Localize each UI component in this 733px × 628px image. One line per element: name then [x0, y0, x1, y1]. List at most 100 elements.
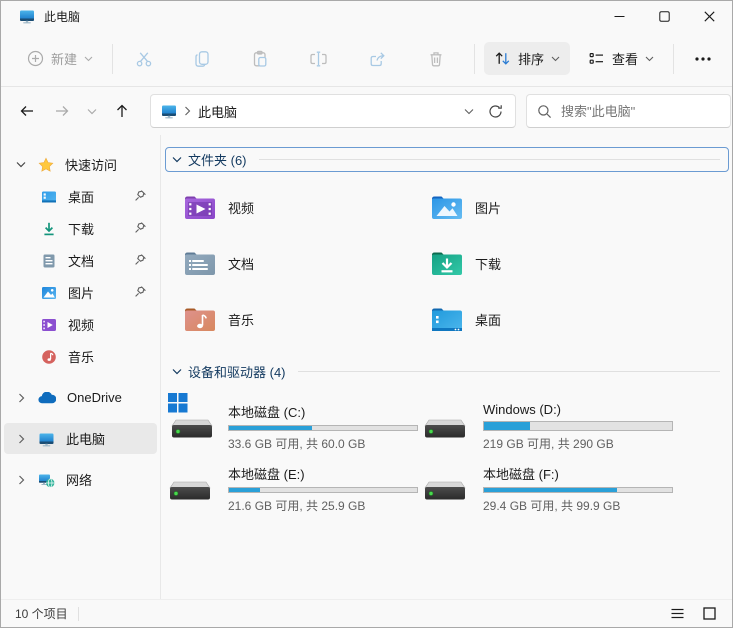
new-button[interactable]: 新建 [17, 42, 103, 75]
sidebar-item-videos[interactable]: 视频 [4, 309, 157, 340]
hard-drive-icon [423, 414, 467, 440]
download-icon [41, 221, 57, 237]
sidebar-item-this-pc[interactable]: 此电脑 [4, 423, 157, 454]
drive-item-c[interactable]: 本地磁盘 (C:) 33.6 GB 可用, 共 60.0 GB [168, 390, 423, 452]
copy-button[interactable] [180, 42, 224, 76]
chevron-down-icon [645, 56, 654, 61]
minimize-button[interactable] [597, 1, 642, 31]
sidebar-item-music[interactable]: 音乐 [4, 341, 157, 372]
this-pc-icon [161, 103, 177, 119]
details-view-button[interactable] [664, 603, 690, 625]
hard-drive-icon [168, 476, 212, 502]
folder-item-desktop[interactable]: 桌面 [428, 299, 675, 339]
pin-icon [134, 189, 147, 202]
chevron-right-icon[interactable] [14, 434, 28, 444]
refresh-button[interactable] [482, 104, 509, 119]
sidebar-item-onedrive[interactable]: OneDrive [4, 382, 157, 413]
address-bar[interactable]: 此电脑 [150, 94, 516, 128]
cut-button[interactable] [122, 42, 166, 76]
breadcrumb-chevron-icon [184, 106, 191, 116]
breadcrumb-location[interactable]: 此电脑 [198, 102, 237, 121]
capacity-bar-fill [484, 488, 617, 492]
view-button[interactable]: 查看 [578, 42, 664, 75]
hard-drive-icon [423, 476, 467, 502]
capacity-bar-fill [484, 422, 531, 430]
chevron-down-icon[interactable] [172, 156, 182, 163]
network-icon [38, 472, 55, 488]
large-icons-view-button[interactable] [696, 603, 722, 625]
sidebar-item-downloads[interactable]: 下载 [4, 213, 157, 244]
sidebar-item-label: 文档 [68, 254, 95, 269]
chevron-right-icon[interactable] [14, 393, 28, 403]
search-input[interactable] [561, 103, 720, 119]
documents-folder-icon [185, 252, 215, 275]
pictures-icon [41, 286, 57, 300]
pin-icon [134, 285, 147, 298]
this-pc-icon [19, 8, 35, 24]
toolbar-divider [474, 43, 476, 74]
back-button[interactable] [11, 95, 43, 127]
downloads-folder-icon [432, 252, 462, 275]
drive-item-f[interactable]: 本地磁盘 (F:) 29.4 GB 可用, 共 99.9 GB [423, 452, 678, 514]
windows-logo-icon [168, 393, 188, 413]
folder-item-documents[interactable]: 文档 [181, 243, 428, 283]
sidebar-item-quick-access[interactable]: 快速访问 [4, 149, 157, 180]
drive-capacity-text: 29.4 GB 可用, 共 99.9 GB [483, 499, 621, 513]
drive-item-d[interactable]: Windows (D:) 219 GB 可用, 共 290 GB [423, 390, 678, 452]
up-button[interactable] [106, 95, 138, 127]
close-button[interactable] [687, 1, 732, 31]
sidebar-item-label: 视频 [68, 318, 95, 333]
pin-icon [134, 253, 147, 266]
capacity-bar [228, 425, 418, 431]
share-button[interactable] [355, 42, 400, 76]
onedrive-icon [38, 391, 56, 404]
rename-button[interactable] [296, 42, 341, 76]
item-count: 10 个项目 [15, 607, 68, 621]
folder-label: 下载 [475, 256, 502, 272]
hard-drive-icon [170, 414, 214, 440]
capacity-bar-fill [229, 488, 261, 492]
folder-label: 视频 [228, 200, 255, 216]
folder-item-pictures[interactable]: 图片 [428, 187, 675, 227]
delete-button[interactable] [414, 42, 458, 76]
sidebar-item-documents[interactable]: 文档 [4, 245, 157, 276]
sidebar-item-network[interactable]: 网络 [4, 464, 157, 495]
capacity-bar-fill [229, 426, 312, 430]
section-title: 文件夹 (6) [188, 153, 247, 168]
chevron-right-icon[interactable] [14, 475, 28, 485]
chevron-down-icon[interactable] [172, 368, 182, 375]
sidebar-item-label: 网络 [66, 473, 93, 488]
forward-button[interactable] [46, 95, 78, 127]
navigation-bar: 此电脑 [1, 87, 732, 135]
folders-section-header[interactable]: 文件夹 (6) [165, 147, 729, 172]
music-icon [41, 349, 57, 365]
document-icon [41, 253, 57, 269]
see-more-button[interactable] [683, 49, 723, 69]
sort-button[interactable]: 排序 [484, 42, 571, 75]
plus-circle-icon [27, 50, 44, 67]
section-rule [258, 159, 720, 160]
maximize-button[interactable] [642, 1, 687, 31]
folder-item-music[interactable]: 音乐 [181, 299, 428, 339]
delete-icon [430, 51, 442, 66]
recent-locations-button[interactable] [81, 95, 103, 127]
sort-arrows-icon [495, 52, 510, 65]
drives-section-header[interactable]: 设备和驱动器 (4) [165, 359, 729, 384]
address-dropdown-chevron-icon[interactable] [456, 108, 482, 115]
toolbar-divider [112, 43, 114, 74]
rename-icon [310, 51, 327, 66]
chevron-down-icon[interactable] [14, 161, 28, 168]
drive-item-e[interactable]: 本地磁盘 (E:) 21.6 GB 可用, 共 25.9 GB [168, 452, 423, 514]
folder-label: 桌面 [475, 312, 502, 328]
drive-capacity-text: 33.6 GB 可用, 共 60.0 GB [228, 437, 366, 451]
folder-item-downloads[interactable]: 下载 [428, 243, 675, 283]
cut-icon [136, 51, 152, 66]
sidebar-item-pictures[interactable]: 图片 [4, 277, 157, 308]
chevron-down-icon [551, 56, 560, 61]
status-divider [77, 606, 79, 621]
search-box[interactable] [526, 94, 731, 128]
sidebar-item-desktop[interactable]: 桌面 [4, 181, 157, 212]
paste-button[interactable] [238, 42, 282, 76]
music-folder-icon [185, 308, 215, 331]
folder-item-videos[interactable]: 视频 [181, 187, 428, 227]
